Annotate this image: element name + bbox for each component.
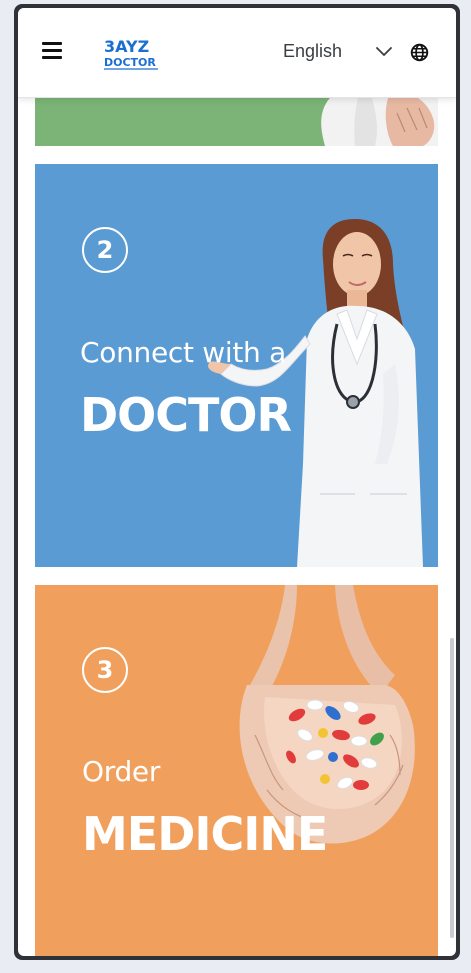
app-screen: 2 Connect with a DOCTOR 3 Order MEDICINE… <box>18 8 456 956</box>
step-title-line1: Connect with a <box>80 336 286 369</box>
hamburger-menu-icon[interactable] <box>42 42 62 60</box>
language-selector-label[interactable]: English <box>283 41 342 62</box>
step-title-line1: Order <box>82 755 161 788</box>
logo-line1: 3AYZ <box>104 37 149 56</box>
brand-logo[interactable]: 3AYZ DOCTOR <box>102 36 162 72</box>
steps-list[interactable]: 2 Connect with a DOCTOR 3 Order MEDICINE <box>18 8 456 956</box>
step-card-3[interactable]: 3 Order MEDICINE <box>35 585 438 956</box>
step-title-line2: DOCTOR <box>80 388 292 442</box>
step-number-badge: 2 <box>82 227 128 273</box>
step-number-badge: 3 <box>82 647 128 693</box>
logo-line2: DOCTOR <box>104 56 156 69</box>
globe-icon[interactable] <box>410 43 429 62</box>
chevron-down-icon[interactable] <box>375 46 393 58</box>
top-navbar: 3AYZ DOCTOR English <box>18 8 456 98</box>
step-card-2[interactable]: 2 Connect with a DOCTOR <box>35 164 438 567</box>
step-title-line2: MEDICINE <box>82 807 328 861</box>
scrollbar-thumb[interactable] <box>450 638 454 938</box>
